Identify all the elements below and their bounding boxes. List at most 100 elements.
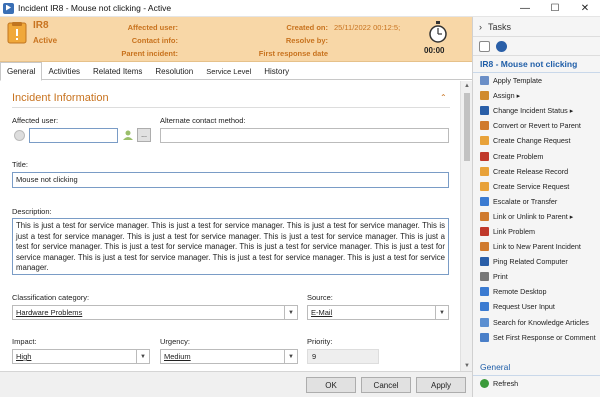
task-service-request[interactable]: Create Service Request (473, 179, 600, 194)
task-label: Link Problem (493, 226, 535, 236)
task-escalate[interactable]: Escalate or Transfer (473, 194, 600, 209)
task-request-input[interactable]: Request User Input (473, 299, 600, 314)
task-label: Create Problem (493, 151, 544, 161)
link-icon (480, 211, 489, 221)
task-group-title: IR8 - Mouse not clicking (473, 56, 600, 73)
template-icon (480, 76, 489, 86)
task-refresh[interactable]: Refresh (473, 376, 600, 391)
task-link[interactable]: Link or Unlink to Parent ▸ (473, 209, 600, 224)
task-label: Refresh (493, 379, 519, 389)
user-lookup-icon[interactable] (122, 129, 134, 141)
tab-history[interactable]: History (258, 62, 296, 80)
task-convert[interactable]: Convert or Revert to Parent (473, 118, 600, 133)
source-select[interactable]: E-Mail ▼ (307, 305, 449, 320)
incident-form: Incident Information ⌃ Affected user: ..… (0, 81, 460, 371)
tab-activities[interactable]: Activities (42, 62, 87, 80)
close-button[interactable]: ✕ (570, 0, 600, 17)
help-icon[interactable] (496, 40, 507, 52)
chevron-down-icon[interactable]: ▼ (284, 306, 297, 319)
classification-category-select[interactable]: Hardware Problems ▼ (12, 305, 298, 320)
first-response-label: First response date (258, 49, 328, 58)
task-link-problem[interactable]: Link Problem (473, 224, 600, 239)
title-label: Title: (12, 160, 28, 169)
chevron-down-icon[interactable]: ▼ (136, 350, 149, 363)
timer-value: 00:00 (424, 46, 445, 55)
task-status[interactable]: Change Incident Status ▸ (473, 103, 600, 118)
change-request-icon (480, 136, 489, 146)
tab-resolution[interactable]: Resolution (149, 62, 200, 80)
task-label: Ping Related Computer (493, 257, 568, 267)
task-problem[interactable]: Create Problem (473, 148, 600, 163)
assign-icon (480, 91, 489, 101)
tab-service-level[interactable]: Service Level (200, 62, 258, 80)
task-list: Apply Template Assign ▸ Change Incident St… (473, 73, 600, 345)
form-scrollbar[interactable]: ▲ ▼ (460, 81, 472, 371)
task-ping[interactable]: Ping Related Computer (473, 254, 600, 269)
apply-button[interactable]: Apply (416, 377, 466, 393)
cancel-button[interactable]: Cancel (361, 377, 411, 393)
task-assign[interactable]: Assign ▸ (473, 88, 600, 103)
properties-icon[interactable] (479, 40, 490, 52)
source-label: Source: (307, 293, 333, 302)
task-remote-desktop[interactable]: Remote Desktop (473, 284, 600, 299)
app-icon (3, 2, 14, 14)
incident-header: IR8 Active Affected user: Contact info: … (0, 17, 472, 62)
escalate-icon (480, 196, 489, 206)
chevron-down-icon[interactable]: ▼ (284, 350, 297, 363)
problem-icon (480, 151, 489, 161)
task-print[interactable]: Print (473, 269, 600, 284)
task-search-knowledge[interactable]: Search for Knowledge Articles (473, 315, 600, 330)
task-first-response[interactable]: Set First Response or Comment (473, 330, 600, 345)
priority-label: Priority: (307, 337, 333, 346)
affected-user-label: Affected user: (12, 116, 59, 125)
affected-user-input[interactable] (29, 128, 118, 143)
scroll-thumb[interactable] (464, 93, 470, 161)
description-textarea[interactable]: This is just a test for service manager.… (12, 218, 449, 275)
minimize-button[interactable]: — (510, 0, 540, 17)
task-release[interactable]: Create Release Record (473, 164, 600, 179)
incident-icon (7, 22, 27, 44)
maximize-button[interactable]: ☐ (540, 0, 570, 17)
contact-info-header-label: Contact info: (131, 36, 178, 45)
general-group-title: General (473, 359, 600, 376)
window-title: Incident IR8 - Mouse not clicking - Acti… (18, 3, 172, 13)
status-icon (480, 106, 489, 116)
task-label: Escalate or Transfer (493, 196, 558, 206)
chevron-right-icon[interactable]: › (479, 22, 482, 32)
urgency-label: Urgency: (160, 337, 191, 346)
link-problem-icon (480, 226, 489, 236)
task-label: Create Release Record (493, 166, 569, 176)
task-label: Print (493, 272, 508, 282)
remote-desktop-icon (480, 287, 489, 297)
created-on-label: Created on: (286, 23, 328, 32)
resolve-by-label: Resolve by: (285, 36, 328, 45)
task-label: Convert or Revert to Parent (493, 121, 581, 131)
alternate-contact-input[interactable] (160, 128, 449, 143)
chevron-down-icon[interactable]: ▼ (435, 306, 448, 319)
task-label: Create Service Request (493, 181, 570, 191)
ok-button[interactable]: OK (306, 377, 356, 393)
task-label: Create Change Request (493, 136, 571, 146)
tab-related-items[interactable]: Related Items (87, 62, 149, 80)
task-change-request[interactable]: Create Change Request (473, 133, 600, 148)
classification-category-label: Classification category: (12, 293, 90, 302)
browse-user-button[interactable]: ... (137, 128, 151, 142)
task-new-parent[interactable]: Link to New Parent Incident (473, 239, 600, 254)
general-group: General Refresh (473, 359, 600, 391)
title-input[interactable]: Mouse not clicking (12, 172, 449, 188)
tab-strip: General Activities Related Items Resolut… (0, 62, 472, 81)
task-label: Request User Input (493, 302, 555, 312)
tasks-title: Tasks (488, 21, 512, 32)
tab-general[interactable]: General (0, 62, 43, 81)
urgency-select[interactable]: Medium ▼ (160, 349, 298, 364)
window-titlebar: Incident IR8 - Mouse not clicking - Acti… (0, 0, 600, 17)
impact-select[interactable]: High ▼ (12, 349, 150, 364)
impact-value: High (16, 352, 32, 361)
request-input-icon (480, 302, 489, 312)
convert-icon (480, 121, 489, 131)
section-title: Incident Information (12, 92, 109, 104)
collapse-chevron-icon[interactable]: ⌃ (440, 93, 447, 102)
task-template[interactable]: Apply Template (473, 73, 600, 88)
ping-icon (480, 257, 489, 267)
created-on-value: 25/11/2022 00:12:5; (334, 23, 401, 32)
